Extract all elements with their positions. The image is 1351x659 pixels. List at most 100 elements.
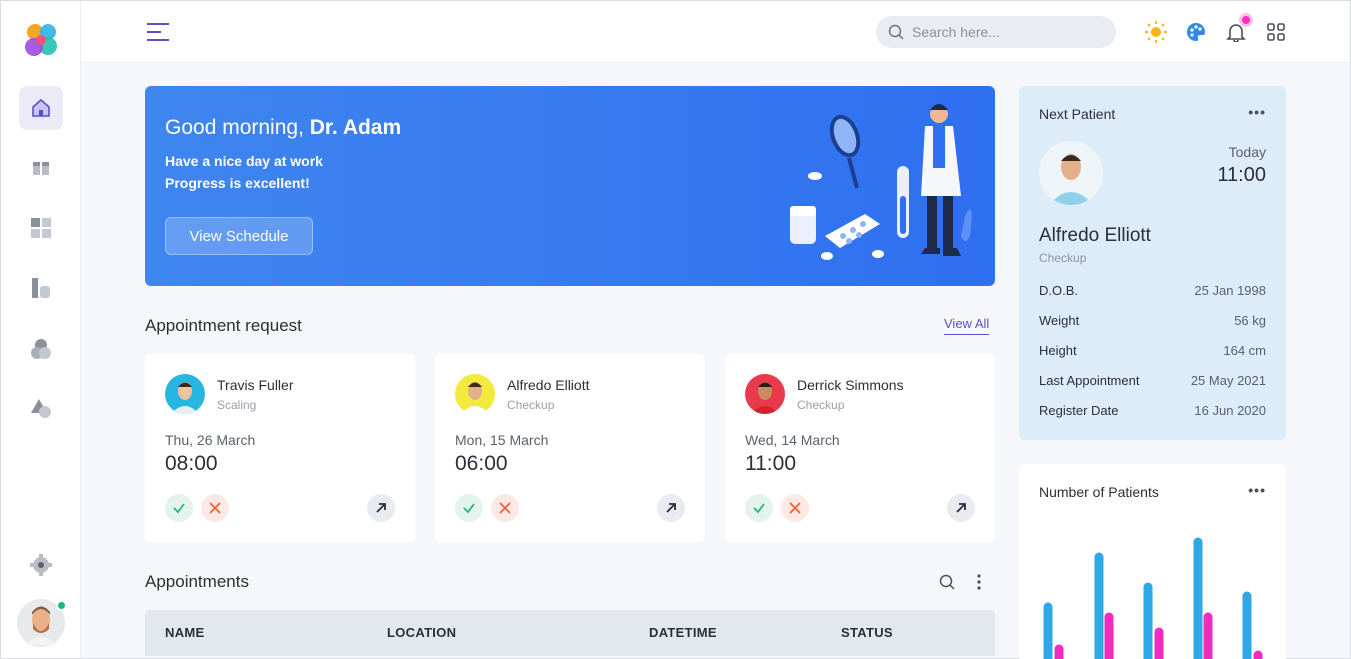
search-box[interactable] — [876, 16, 1116, 48]
appointment-type: Checkup — [507, 398, 555, 412]
next-patient-title: Next Patient — [1039, 106, 1116, 122]
close-icon — [499, 502, 511, 514]
gear-icon — [30, 554, 52, 576]
info-value: 164 cm — [1223, 343, 1266, 358]
menu-toggle-icon[interactable] — [147, 22, 169, 42]
request-card: Travis Fuller Scaling Thu, 26 March 08:0… — [145, 354, 415, 542]
nav-home[interactable] — [19, 86, 63, 130]
view-all-link[interactable]: View All — [944, 316, 990, 335]
online-status-dot — [56, 600, 67, 611]
greeting-line-2: Progress is excellent! — [165, 175, 310, 191]
nav-dashboard[interactable] — [19, 206, 63, 250]
patient-name: Travis Fuller — [217, 377, 294, 393]
column-status[interactable]: STATUS — [841, 625, 893, 640]
arrow-up-right-icon — [666, 503, 676, 513]
next-patient-name: Alfredo Elliott — [1039, 225, 1151, 246]
doctor-illustration — [790, 104, 972, 260]
info-value: 25 Jan 1998 — [1194, 283, 1266, 298]
welcome-banner: Good morning, Dr. Adam Have a nice day a… — [145, 86, 995, 286]
appointment-date: Mon, 15 March — [455, 432, 549, 448]
appointment-time: 11:00 — [745, 452, 796, 475]
appointments-menu-button[interactable] — [970, 573, 988, 591]
nav-groups[interactable] — [19, 327, 63, 371]
arrow-up-right-icon — [956, 503, 966, 513]
decline-button[interactable] — [781, 494, 809, 522]
nav-reports[interactable] — [19, 266, 63, 310]
next-patient-card: Next Patient ••• Today 11:00 Alfredo Ell… — [1019, 86, 1286, 440]
next-patient-menu-button[interactable]: ••• — [1248, 104, 1266, 120]
theme-toggle[interactable] — [1145, 21, 1167, 43]
check-icon — [463, 503, 475, 514]
appointments-search-button[interactable] — [938, 573, 956, 591]
request-card: Derrick Simmons Checkup Wed, 14 March 11… — [725, 354, 995, 542]
progress-label: Progress is — [165, 175, 246, 191]
appointment-type: Checkup — [797, 398, 845, 412]
notifications-button[interactable] — [1225, 13, 1253, 43]
progress-status: excellent! — [245, 175, 310, 191]
appointment-date: Thu, 26 March — [165, 432, 256, 448]
info-label: Height — [1039, 343, 1077, 358]
shapes-icon — [31, 399, 51, 418]
palette-icon — [1187, 23, 1205, 41]
accept-button[interactable] — [165, 494, 193, 522]
series-a-bars — [1043, 537, 1252, 659]
column-datetime[interactable]: DATETIME — [649, 625, 717, 640]
circles-icon — [31, 339, 51, 359]
view-schedule-button[interactable]: View Schedule — [165, 217, 313, 255]
patients-chart-card: Number of Patients ••• — [1019, 464, 1286, 659]
check-icon — [753, 503, 765, 514]
patient-avatar — [165, 374, 205, 414]
info-value: 16 Jun 2020 — [1194, 403, 1266, 418]
nav-settings[interactable] — [19, 543, 63, 587]
vertical-dots-icon — [977, 574, 981, 590]
open-request-button[interactable] — [947, 494, 975, 522]
app-logo[interactable] — [21, 20, 61, 60]
info-label: D.O.B. — [1039, 283, 1079, 298]
sun-icon — [1145, 21, 1167, 43]
info-value: 25 May 2021 — [1190, 373, 1266, 388]
user-avatar[interactable] — [17, 599, 67, 647]
next-patient-day: Today — [1228, 144, 1266, 160]
next-patient-time: 11:00 — [1217, 164, 1266, 186]
greeting-text: Good morning, — [165, 116, 310, 139]
info-label: Last Appointment — [1039, 373, 1140, 388]
appointments-table-header: NAME LOCATION DATETIME STATUS — [145, 610, 995, 656]
search-input[interactable] — [912, 24, 1102, 40]
top-bar — [81, 1, 1350, 63]
decline-button[interactable] — [201, 494, 229, 522]
series-b-bars — [1054, 612, 1263, 659]
appointment-time: 06:00 — [455, 452, 508, 475]
close-icon — [789, 502, 801, 514]
info-label: Weight — [1039, 313, 1080, 328]
info-value: 56 kg — [1234, 313, 1266, 328]
request-card: Alfredo Elliott Checkup Mon, 15 March 06… — [435, 354, 705, 542]
appointment-date: Wed, 14 March — [745, 432, 840, 448]
nav-shapes[interactable] — [19, 386, 63, 430]
column-name[interactable]: NAME — [165, 625, 204, 640]
apps-button[interactable] — [1265, 21, 1287, 43]
patient-name: Alfredo Elliott — [507, 377, 590, 393]
open-request-button[interactable] — [657, 494, 685, 522]
accept-button[interactable] — [455, 494, 483, 522]
doctor-name: Dr. Adam — [309, 116, 402, 139]
open-request-button[interactable] — [367, 494, 395, 522]
nav-gifts[interactable] — [19, 145, 63, 189]
palette-button[interactable] — [1185, 21, 1207, 43]
appointment-request-title: Appointment request — [145, 316, 302, 335]
patient-avatar — [745, 374, 785, 414]
notification-badge — [1239, 13, 1253, 27]
greeting-line-1: Have a nice day at work — [165, 153, 323, 169]
search-icon — [939, 574, 955, 590]
home-icon — [32, 98, 50, 117]
column-location[interactable]: LOCATION — [387, 625, 456, 640]
appointment-time: 08:00 — [165, 452, 218, 475]
decline-button[interactable] — [491, 494, 519, 522]
chart-icon — [32, 278, 50, 298]
accept-button[interactable] — [745, 494, 773, 522]
gift-icon — [33, 162, 49, 175]
grid-icon — [31, 218, 51, 238]
arrow-up-right-icon — [376, 503, 386, 513]
next-patient-avatar — [1039, 141, 1103, 205]
next-patient-type: Checkup — [1039, 251, 1087, 265]
sidebar — [1, 1, 81, 658]
